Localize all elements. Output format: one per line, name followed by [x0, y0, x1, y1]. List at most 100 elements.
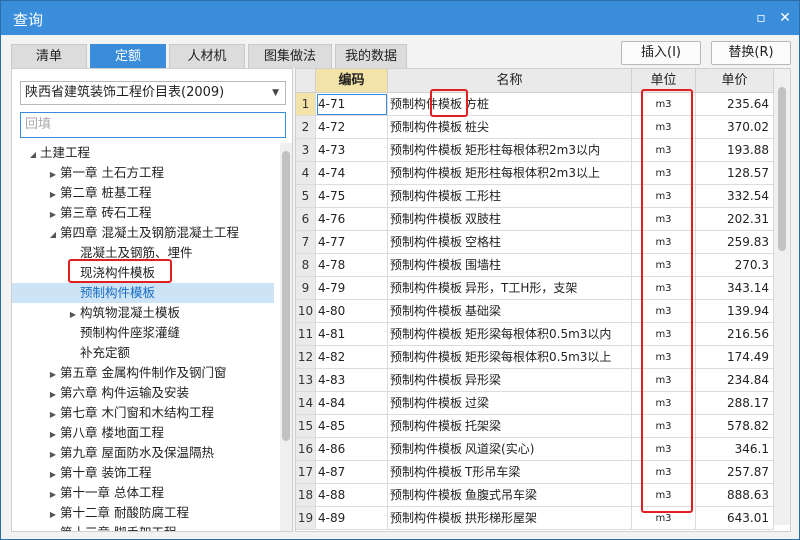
tree-node[interactable]: ▶ 第三章 砖石工程 — [46, 203, 152, 225]
name-cell[interactable]: 预制构件模板 矩形梁每根体积0.5m3以内 — [388, 323, 632, 346]
row-number[interactable]: 6 — [296, 208, 316, 231]
tree-node[interactable]: 预制构件座浆灌缝 — [66, 323, 180, 343]
price-cell[interactable]: 259.83 — [696, 231, 774, 254]
search-input[interactable]: 回填 — [20, 112, 286, 138]
row-number[interactable]: 16 — [296, 438, 316, 461]
price-cell[interactable]: 257.87 — [696, 461, 774, 484]
collapsed-caret-icon[interactable]: ▶ — [46, 365, 60, 385]
table-scroll-thumb[interactable] — [778, 87, 786, 251]
quota-library-select[interactable]: 陕西省建筑装饰工程价目表(2009) ▼ — [20, 81, 286, 105]
tree-node[interactable]: ◢ 土建工程 — [26, 143, 90, 163]
table-row[interactable]: 14 4-84 预制构件模板 过梁 m3 288.17 — [296, 392, 774, 415]
table-row[interactable]: 13 4-83 预制构件模板 异形梁 m3 234.84 — [296, 369, 774, 392]
header-name[interactable]: 名称 — [388, 69, 632, 93]
name-cell[interactable]: 预制构件模板 风道梁(实心) — [388, 438, 632, 461]
tab-quota[interactable]: 定额 — [90, 44, 166, 68]
code-cell[interactable]: 4-80 — [316, 300, 388, 323]
row-number[interactable]: 2 — [296, 116, 316, 139]
table-row[interactable]: 3 4-73 预制构件模板 矩形柱每根体积2m3以内 m3 193.88 — [296, 139, 774, 162]
collapsed-caret-icon[interactable]: ▶ — [66, 305, 80, 325]
tab-my-data[interactable]: 我的数据 — [335, 44, 407, 68]
name-cell[interactable]: 预制构件模板 异形，T工H形，支架 — [388, 277, 632, 300]
table-row[interactable]: 16 4-86 预制构件模板 风道梁(实心) m3 346.1 — [296, 438, 774, 461]
tree-node[interactable]: ◢ 第四章 混凝土及钢筋混凝土工程 — [46, 223, 239, 243]
row-number[interactable]: 7 — [296, 231, 316, 254]
price-cell[interactable]: 128.57 — [696, 162, 774, 185]
price-cell[interactable]: 343.14 — [696, 277, 774, 300]
tab-labor-material-machine[interactable]: 人材机 — [169, 44, 245, 68]
title-bar[interactable]: 查询 ▫ ✕ — [1, 1, 799, 35]
code-cell[interactable]: 4-89 — [316, 507, 388, 530]
name-cell[interactable]: 预制构件模板 基础梁 — [388, 300, 632, 323]
table-row[interactable]: 1 4-71 预制构件模板 方桩 m3 235.64 — [296, 93, 774, 116]
code-cell[interactable]: 4-73 — [316, 139, 388, 162]
row-number[interactable]: 13 — [296, 369, 316, 392]
code-cell[interactable]: 4-83 — [316, 369, 388, 392]
collapsed-caret-icon[interactable]: ▶ — [46, 165, 60, 185]
table-row[interactable]: 18 4-88 预制构件模板 鱼腹式吊车梁 m3 888.63 — [296, 484, 774, 507]
tree-scroll-thumb[interactable] — [282, 151, 290, 441]
code-cell[interactable]: 4-75 — [316, 185, 388, 208]
row-number[interactable]: 15 — [296, 415, 316, 438]
code-cell[interactable]: 4-79 — [316, 277, 388, 300]
expanded-caret-icon[interactable]: ◢ — [46, 225, 60, 245]
table-row[interactable]: 10 4-80 预制构件模板 基础梁 m3 139.94 — [296, 300, 774, 323]
tree-node[interactable]: ▶第十三章 脚手架工程 — [46, 523, 177, 531]
name-cell[interactable]: 预制构件模板 工形柱 — [388, 185, 632, 208]
code-cell[interactable]: 4-74 — [316, 162, 388, 185]
tree-node[interactable]: 预制构件模板 — [12, 283, 274, 303]
code-cell[interactable]: 4-84 — [316, 392, 388, 415]
tree-node[interactable]: ▶ 构筑物混凝土模板 — [66, 303, 180, 323]
close-icon[interactable]: ✕ — [776, 9, 794, 27]
tree-node[interactable]: ▶ 第八章 楼地面工程 — [46, 423, 164, 443]
row-number[interactable]: 19 — [296, 507, 316, 530]
collapsed-caret-icon[interactable]: ▶ — [46, 445, 60, 465]
table-row[interactable]: 4 4-74 预制构件模板 矩形柱每根体积2m3以上 m3 128.57 — [296, 162, 774, 185]
row-number[interactable]: 8 — [296, 254, 316, 277]
restore-icon[interactable]: ▫ — [752, 9, 770, 27]
code-cell[interactable]: 4-78 — [316, 254, 388, 277]
tree-node[interactable]: 补充定额 — [66, 343, 130, 363]
price-cell[interactable]: 234.84 — [696, 369, 774, 392]
tree-node[interactable]: ▶ 第六章 构件运输及安装 — [46, 383, 189, 403]
name-cell[interactable]: 预制构件模板 双肢柱 — [388, 208, 632, 231]
row-number[interactable]: 18 — [296, 484, 316, 507]
price-cell[interactable]: 332.54 — [696, 185, 774, 208]
tree-node[interactable]: ▶ 第七章 木门窗和木结构工程 — [46, 403, 214, 423]
price-cell[interactable]: 270.3 — [696, 254, 774, 277]
name-cell[interactable]: 预制构件模板 空格柱 — [388, 231, 632, 254]
row-number[interactable]: 14 — [296, 392, 316, 415]
name-cell[interactable]: 预制构件模板 拱形梯形屋架 — [388, 507, 632, 530]
table-row[interactable]: 6 4-76 预制构件模板 双肢柱 m3 202.31 — [296, 208, 774, 231]
table-row[interactable]: 12 4-82 预制构件模板 矩形梁每根体积0.5m3以上 m3 174.49 — [296, 346, 774, 369]
tree-node[interactable]: ▶ 第十章 装饰工程 — [46, 463, 152, 483]
tree-node[interactable]: ▶ 第九章 屋面防水及保温隔热 — [46, 443, 214, 463]
collapsed-caret-icon[interactable]: ▶ — [46, 205, 60, 225]
name-cell[interactable]: 预制构件模板 矩形梁每根体积0.5m3以上 — [388, 346, 632, 369]
tree-node[interactable]: ▶ 第一章 土石方工程 — [46, 163, 164, 183]
header-code[interactable]: 编码 — [316, 69, 388, 93]
code-cell[interactable]: 4-71 — [316, 93, 388, 116]
expanded-caret-icon[interactable]: ◢ — [26, 145, 40, 165]
price-cell[interactable]: 216.56 — [696, 323, 774, 346]
row-number[interactable]: 1 — [296, 93, 316, 116]
tree-node[interactable]: ▶ 第十一章 总体工程 — [46, 483, 164, 503]
price-cell[interactable]: 346.1 — [696, 438, 774, 461]
table-row[interactable]: 9 4-79 预制构件模板 异形，T工H形，支架 m3 343.14 — [296, 277, 774, 300]
row-number[interactable]: 3 — [296, 139, 316, 162]
code-cell[interactable]: 4-76 — [316, 208, 388, 231]
table-row[interactable]: 7 4-77 预制构件模板 空格柱 m3 259.83 — [296, 231, 774, 254]
row-number[interactable]: 17 — [296, 461, 316, 484]
code-cell[interactable]: 4-82 — [316, 346, 388, 369]
header-price[interactable]: 单价 — [696, 69, 774, 93]
price-cell[interactable]: 888.63 — [696, 484, 774, 507]
name-cell[interactable]: 预制构件模板 矩形柱每根体积2m3以内 — [388, 139, 632, 162]
price-cell[interactable]: 578.82 — [696, 415, 774, 438]
row-number[interactable]: 4 — [296, 162, 316, 185]
table-row[interactable]: 2 4-72 预制构件模板 桩尖 m3 370.02 — [296, 116, 774, 139]
name-cell[interactable]: 预制构件模板 鱼腹式吊车梁 — [388, 484, 632, 507]
tree-node[interactable]: ▶ 第五章 金属构件制作及钢门窗 — [46, 363, 227, 385]
collapsed-caret-icon[interactable]: ▶ — [46, 385, 60, 405]
name-cell[interactable]: 预制构件模板 过梁 — [388, 392, 632, 415]
collapsed-caret-icon[interactable]: ▶ — [46, 425, 60, 445]
